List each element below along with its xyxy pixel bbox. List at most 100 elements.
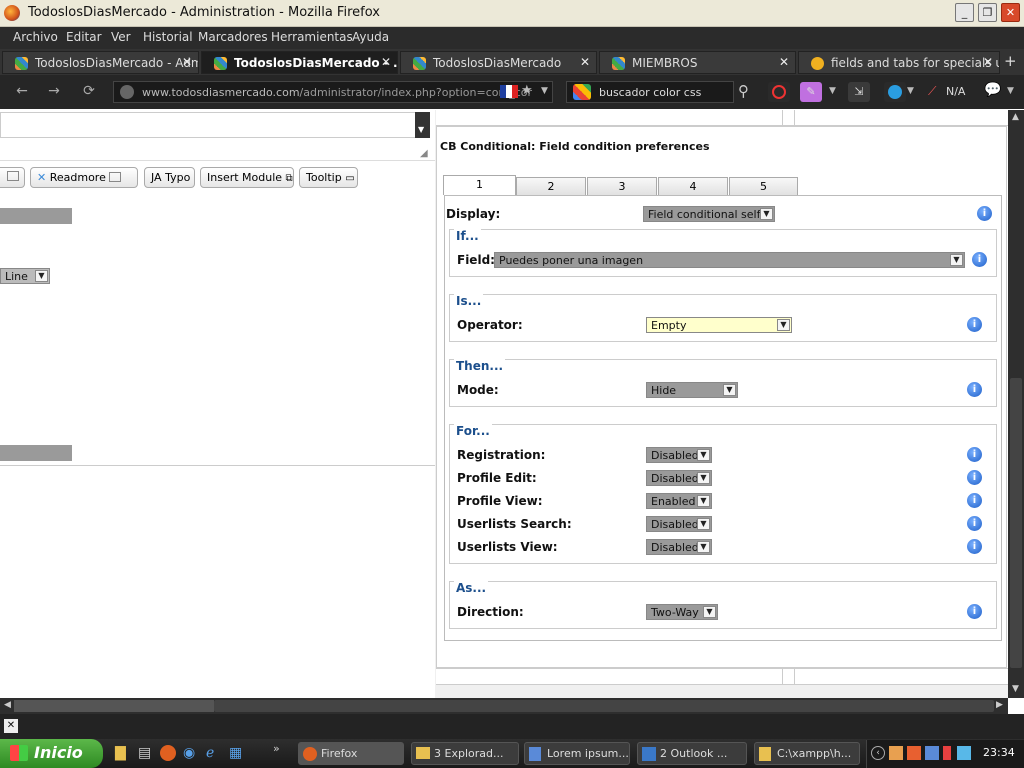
operator-select[interactable]: Empty ▼ [646,317,792,333]
search-bar[interactable]: buscador color css [566,81,734,103]
display-select[interactable]: Field conditional self ▼ [643,206,775,222]
globe-dropdown-icon[interactable]: ▼ [907,86,914,96]
vertical-scrollbar[interactable]: ▲ ▼ [1008,110,1024,698]
horizontal-scrollbar[interactable]: ◀ ▶ [0,698,1008,714]
bookmark-star-icon[interactable]: ★ [521,83,533,98]
task-firefox[interactable]: Firefox [298,742,404,765]
userlists-search-select[interactable]: Disabled ▼ [646,516,712,532]
tab-3[interactable]: 3 [587,177,657,196]
comments-icon[interactable]: 💬 [984,82,1001,98]
scroll-left-icon[interactable]: ◀ [4,700,11,710]
insert-module-button[interactable]: Insert Module ⧉ [200,167,294,188]
tab-close-icon[interactable]: ✕ [580,55,590,69]
back-button[interactable]: ← [12,83,32,101]
tray-battery-icon[interactable] [943,746,951,760]
direction-select[interactable]: Two-Way ▼ [646,604,718,620]
grey-input-bar-lower[interactable] [0,445,72,461]
menu-archivo[interactable]: Archivo [13,30,58,44]
resize-grip-icon[interactable]: ◢ [420,148,428,159]
forward-button[interactable]: → [44,83,64,101]
firefox-quicklaunch-icon[interactable] [160,745,176,761]
menu-ver[interactable]: Ver [111,30,131,44]
info-icon[interactable]: i [967,447,982,462]
line-style-select[interactable]: Line ▼ [0,268,50,284]
find-bar-close-icon[interactable]: ✕ [4,719,18,733]
rank-chart-icon[interactable]: ⟋ [928,84,936,99]
firebug-inspect-icon[interactable]: ⇲ [848,82,870,102]
start-button[interactable]: Inicio [0,739,103,768]
task-xampp[interactable]: C:\xampp\h... [754,742,860,765]
tab-4[interactable]: 4 [658,177,728,196]
menu-editar[interactable]: Editar [66,30,102,44]
scroll-down-icon[interactable]: ▼ [1012,684,1019,694]
editor-button-partial[interactable] [0,167,25,188]
tab-miembros[interactable]: MIEMBROS ✕ [599,51,796,74]
maximize-button[interactable]: ❐ [978,3,997,22]
search-icon[interactable]: ⚲ [738,82,749,100]
menu-marcadores[interactable]: Marcadores [198,30,268,44]
field-select[interactable]: Puedes poner una imagen ▼ [494,252,965,268]
menu-historial[interactable]: Historial [143,30,193,44]
tab-1[interactable]: 1 [443,175,516,195]
tray-app-icon[interactable] [889,746,903,760]
docs-quicklaunch-icon[interactable]: ▤ [138,745,151,761]
info-icon[interactable]: i [967,516,982,531]
ie-quicklaunch-icon[interactable]: ℯ [206,745,214,761]
info-icon[interactable]: i [967,382,982,397]
reload-button[interactable]: ⟳ [79,83,99,101]
minimize-button[interactable]: _ [955,3,974,22]
colorzilla-dropdown-icon[interactable]: ▼ [829,86,836,96]
comments-dropdown-icon[interactable]: ▼ [1007,86,1014,96]
info-icon[interactable]: i [967,493,982,508]
tab-close-icon[interactable]: ✕ [779,55,789,69]
colorzilla-dropper-icon[interactable]: ✎ [800,82,822,102]
folder-quicklaunch-icon[interactable]: ▇ [115,745,126,761]
info-icon[interactable]: i [977,206,992,221]
quicklaunch-overflow-icon[interactable]: » [273,742,280,755]
horizontal-scroll-thumb[interactable] [214,700,994,712]
flag-icon[interactable] [500,85,518,98]
info-icon[interactable]: i [967,604,982,619]
info-icon[interactable]: i [972,252,987,267]
grey-input-bar[interactable] [0,208,72,224]
mode-select[interactable]: Hide ▼ [646,382,738,398]
site-identity-icon[interactable] [120,85,134,99]
tray-volume-icon[interactable] [957,746,971,760]
userlists-view-select[interactable]: Disabled ▼ [646,539,712,555]
scroll-right-icon[interactable]: ▶ [996,700,1003,710]
tab-close-icon[interactable]: ✕ [983,55,993,69]
scroll-up-icon[interactable]: ▲ [1012,112,1019,122]
profile-view-select[interactable]: Enabled ▼ [646,493,712,509]
outlook-quicklaunch-icon[interactable]: ◉ [183,745,195,761]
info-icon[interactable]: i [967,539,982,554]
tab-admin-2[interactable]: TodoslosDiasMercado - ... ✕ [201,51,398,74]
tray-xampp-icon[interactable] [907,746,921,760]
tab-fields-tabs[interactable]: fields and tabs for specials u... ✕ [798,51,1000,74]
url-bar[interactable]: www.todosdiasmercado.com/administrator/i… [113,81,553,103]
tab-close-icon[interactable]: ✕ [182,55,192,69]
tooltip-button[interactable]: Tooltip ▭ [299,167,358,188]
globe-icon[interactable] [884,82,906,102]
task-lorem[interactable]: Lorem ipsum... [524,742,630,765]
app-quicklaunch-icon[interactable]: ▦ [229,745,242,761]
menu-ayuda[interactable]: Ayuda [352,30,389,44]
info-icon[interactable]: i [967,317,982,332]
tray-expand-icon[interactable]: ‹ [871,746,885,760]
registration-select[interactable]: Disabled ▼ [646,447,712,463]
task-outlook[interactable]: 2 Outlook ... [637,742,747,765]
task-explorer[interactable]: 3 Explorad... [411,742,519,765]
ja-typo-button[interactable]: JA Typo [144,167,195,188]
tab-5[interactable]: 5 [729,177,798,196]
menu-herramientas[interactable]: Herramientas [271,30,353,44]
google-icon[interactable] [573,84,591,100]
new-tab-button[interactable]: + [1004,52,1017,70]
url-dropdown-icon[interactable]: ▼ [541,86,548,96]
tab-admin-1[interactable]: TodoslosDiasMercado - Admi... ✕ [2,51,199,74]
editor-scrollbar[interactable]: ▼ [415,112,430,138]
tab-site[interactable]: TodoslosDiasMercado ✕ [400,51,597,74]
vertical-scroll-thumb[interactable] [1010,378,1022,668]
addon-record-icon[interactable] [768,82,790,102]
close-window-button[interactable]: ✕ [1001,3,1020,22]
profile-edit-select[interactable]: Disabled ▼ [646,470,712,486]
editor-text-field[interactable] [0,112,430,138]
